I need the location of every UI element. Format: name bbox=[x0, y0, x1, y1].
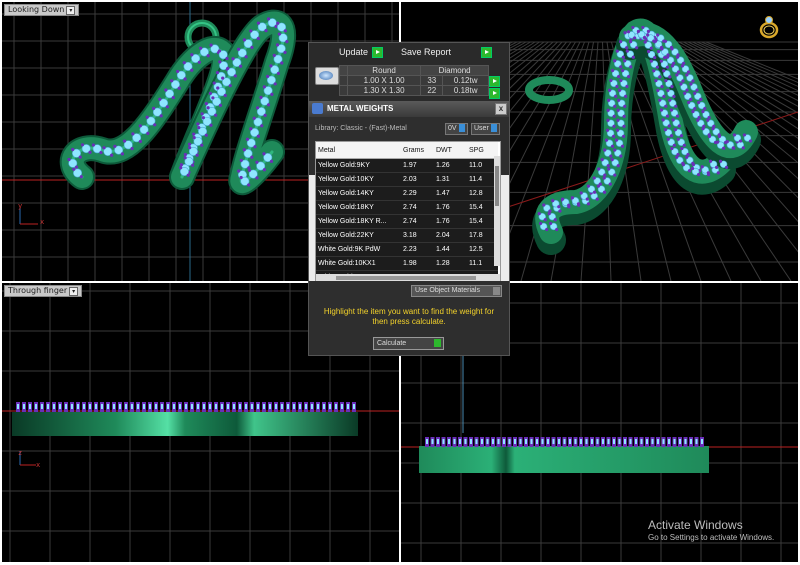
activate-windows-title: Activate Windows bbox=[648, 518, 743, 532]
axis-gizmo-x: x bbox=[36, 461, 40, 469]
cell-dwt: 1.47 bbox=[434, 186, 467, 201]
cell-metal: Yellow Gold:18KY R... bbox=[316, 214, 401, 229]
stone-size: 1.30 X 1.30 bbox=[346, 85, 422, 96]
viewport-label[interactable]: Through finger ▾ bbox=[4, 285, 83, 297]
cell-grams: 2.23 bbox=[401, 242, 434, 257]
cell-metal: Yellow Gold:14KY bbox=[316, 186, 401, 201]
chevron-down-icon bbox=[493, 287, 500, 295]
table-row[interactable]: 1.00 X 1.00 33 0.12tw bbox=[339, 75, 489, 86]
cell-metal: White Gold:10KX1 bbox=[316, 256, 401, 271]
cell-grams: 1.97 bbox=[401, 158, 434, 173]
row-go-icon[interactable] bbox=[489, 76, 500, 87]
cell-grams: 2.74 bbox=[401, 214, 434, 229]
column-header[interactable]: Metal bbox=[316, 142, 401, 159]
table-row[interactable]: Yellow Gold:18KY R... 2.74 1.76 15.4 bbox=[316, 214, 498, 229]
calculate-go-icon bbox=[434, 339, 441, 347]
metal-weights-window: METAL WEIGHTS x Library: Classic - (Fast… bbox=[309, 101, 509, 355]
cell-dwt: 1.26 bbox=[434, 158, 467, 173]
cell-metal: Yellow Gold:10KY bbox=[316, 172, 401, 187]
metal-weights-table[interactable]: Metal Grams DWT SPG Yellow Gold:9KY 1.97 1… bbox=[315, 141, 501, 283]
library-label: Library: Classic - (Fast)-Metal bbox=[315, 125, 407, 132]
ring-icon[interactable] bbox=[758, 14, 780, 40]
update-go-icon bbox=[372, 47, 384, 59]
use-object-materials-select[interactable]: Use Object Materials bbox=[411, 285, 502, 297]
cell-dwt: 1.31 bbox=[434, 172, 467, 187]
metal-weights-header: METAL WEIGHTS x bbox=[309, 101, 509, 117]
cell-metal: Yellow Gold:22KY bbox=[316, 228, 401, 243]
table-row[interactable]: Yellow Gold:18KY 2.74 1.76 15.4 bbox=[316, 200, 498, 215]
cell-dwt: 1.44 bbox=[434, 242, 467, 257]
cell-grams: 3.18 bbox=[401, 228, 434, 243]
cell-dwt: 2.04 bbox=[434, 228, 467, 243]
diamond-icon bbox=[315, 67, 339, 85]
stone-count: 33 bbox=[420, 75, 444, 86]
axis-x-label: x bbox=[36, 461, 41, 469]
stone-weight: 0.18tw bbox=[442, 85, 489, 96]
table-row[interactable]: 1.30 X 1.30 22 0.18tw bbox=[339, 85, 489, 96]
save-report-go-icon bbox=[481, 47, 493, 59]
close-icon[interactable]: x bbox=[495, 103, 507, 115]
metal-weights-title: METAL WEIGHTS bbox=[327, 104, 394, 113]
metal-weights-icon bbox=[312, 103, 323, 114]
stone-weight: 0.12tw bbox=[442, 75, 489, 86]
row-go-icon[interactable] bbox=[489, 88, 500, 99]
instructions-text: Highlight the item you want to find the … bbox=[323, 307, 495, 326]
axis-gizmo: z bbox=[18, 449, 22, 457]
table-row[interactable]: Yellow Gold:10KY 2.03 1.31 11.4 bbox=[316, 172, 498, 187]
activate-windows-subtitle: Go to Settings to activate Windows. bbox=[648, 533, 775, 542]
cell-dwt: 1.76 bbox=[434, 214, 467, 229]
column-header: Diamond bbox=[420, 65, 489, 76]
cell-metal: Yellow Gold:9KY bbox=[316, 158, 401, 173]
user-button[interactable]: User bbox=[471, 123, 500, 135]
viewport-label[interactable]: Looking Down ▾ bbox=[4, 4, 80, 16]
cell-grams: 1.98 bbox=[401, 256, 434, 271]
cell-dwt: 1.28 bbox=[434, 256, 467, 271]
cell-metal: Yellow Gold:18KY bbox=[316, 200, 401, 215]
table-row[interactable]: Yellow Gold:14KY 2.29 1.47 12.8 bbox=[316, 186, 498, 201]
volume-button[interactable]: 0V bbox=[445, 123, 468, 135]
metal-weights-panel: Update Save Report Round Diamond 1.00 X … bbox=[308, 42, 510, 356]
diamond-table: Round Diamond 1.00 X 1.00 33 0.12tw 1.30… bbox=[339, 65, 489, 96]
table-row[interactable]: Yellow Gold:22KY 3.18 2.04 17.8 bbox=[316, 228, 498, 243]
table-row[interactable]: White Gold:9K PdW 2.23 1.44 12.5 bbox=[316, 242, 498, 257]
column-header[interactable]: DWT bbox=[434, 142, 467, 159]
cell-grams: 2.03 bbox=[401, 172, 434, 187]
calculate-button[interactable]: Calculate bbox=[373, 337, 444, 350]
axis-x-label: x bbox=[40, 218, 45, 226]
column-header: Round bbox=[346, 65, 422, 76]
axis-z-label: z bbox=[18, 449, 23, 457]
cell-dwt: 1.76 bbox=[434, 200, 467, 215]
axis-gizmo-x: x bbox=[40, 218, 44, 226]
vertical-scrollbar[interactable] bbox=[494, 156, 500, 266]
table-row[interactable]: White Gold:10KX1 1.98 1.28 11.1 bbox=[316, 256, 498, 271]
axis-y-label: y bbox=[18, 202, 23, 210]
stone-size: 1.00 X 1.00 bbox=[346, 75, 422, 86]
stone-count: 22 bbox=[420, 85, 444, 96]
dropdown-arrow-icon[interactable]: ▾ bbox=[69, 287, 79, 296]
cell-grams: 2.29 bbox=[401, 186, 434, 201]
cell-grams: 2.74 bbox=[401, 200, 434, 215]
dropdown-arrow-icon[interactable]: ▾ bbox=[66, 6, 76, 15]
axis-gizmo: y bbox=[18, 202, 22, 210]
column-header[interactable]: Grams bbox=[401, 142, 434, 159]
save-report-button[interactable]: Save Report bbox=[401, 45, 493, 59]
update-button[interactable]: Update bbox=[339, 45, 384, 59]
cell-metal: White Gold:9K PdW bbox=[316, 242, 401, 257]
table-row[interactable]: Yellow Gold:9KY 1.97 1.26 11.0 bbox=[316, 158, 498, 173]
